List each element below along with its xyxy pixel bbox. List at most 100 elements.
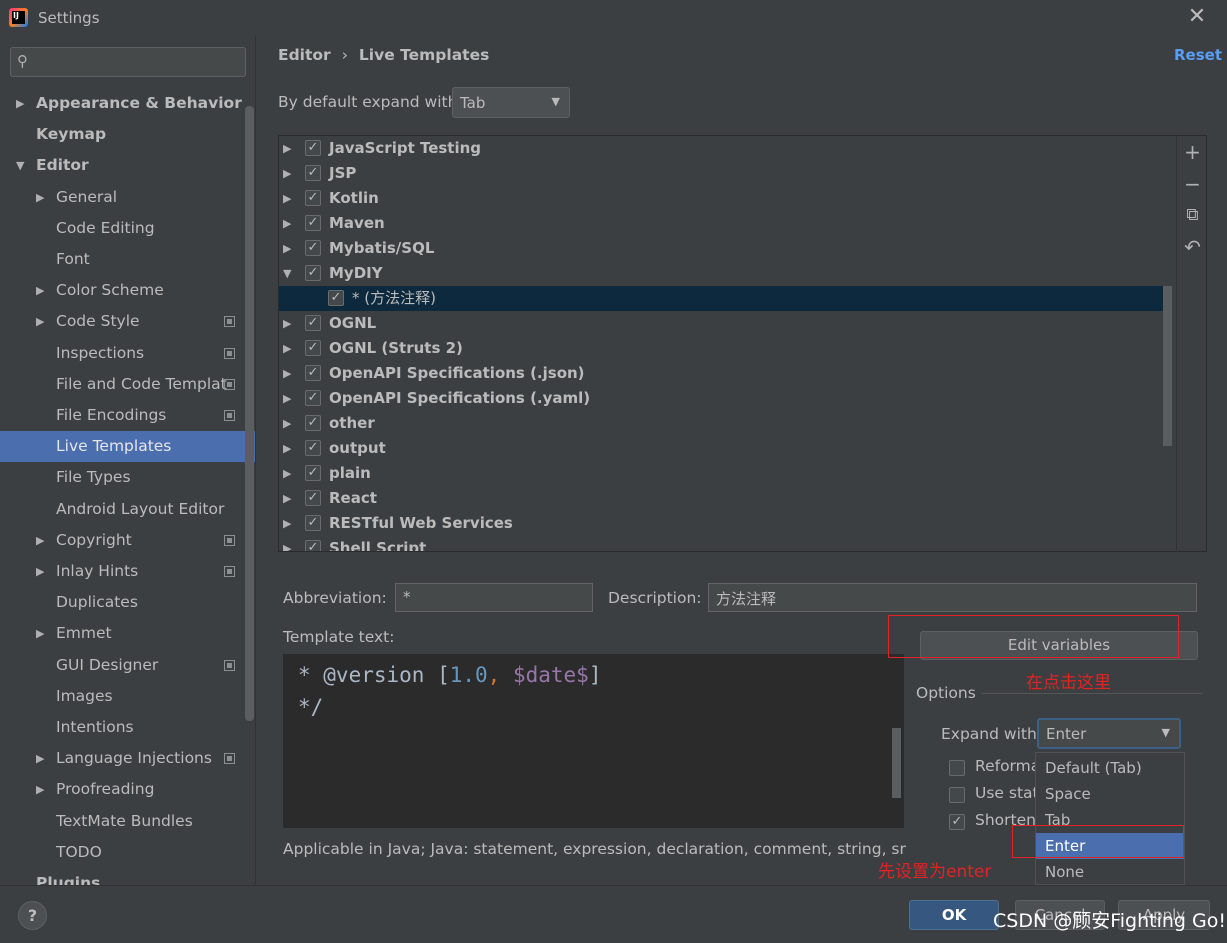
enabled-checkbox[interactable]: ✓ <box>305 165 321 181</box>
sidebar-item-plugins[interactable]: Plugins <box>0 868 244 885</box>
applicable-contexts[interactable]: Applicable in Java; Java: statement, exp… <box>283 840 906 858</box>
collapsed-arrow-icon[interactable]: ▶ <box>283 511 291 536</box>
collapsed-arrow-icon[interactable]: ▶ <box>283 536 291 551</box>
collapsed-arrow-icon[interactable]: ▶ <box>36 743 44 774</box>
help-button[interactable]: ? <box>18 901 47 930</box>
enabled-checkbox[interactable]: ✓ <box>305 315 321 331</box>
template-group-row[interactable]: ▶ ✓ output <box>279 436 1163 461</box>
description-field[interactable]: 方法注释 <box>708 583 1197 612</box>
sidebar-item-duplicates[interactable]: Duplicates <box>0 587 244 618</box>
enabled-checkbox[interactable]: ✓ <box>305 265 321 281</box>
template-group-row[interactable]: ▶ ✓ JSP <box>279 161 1163 186</box>
enabled-checkbox[interactable]: ✓ <box>305 490 321 506</box>
ok-button[interactable]: OK <box>909 900 999 930</box>
sidebar-item-textmate-bundles[interactable]: TextMate Bundles <box>0 806 244 837</box>
collapsed-arrow-icon[interactable]: ▶ <box>36 182 44 213</box>
sidebar-item-file-encodings[interactable]: File Encodings <box>0 400 244 431</box>
sidebar-item-images[interactable]: Images <box>0 681 244 712</box>
sidebar-item-code-editing[interactable]: Code Editing <box>0 213 244 244</box>
collapsed-arrow-icon[interactable]: ▶ <box>16 88 24 119</box>
sidebar-item-language-injections[interactable]: ▶ Language Injections <box>0 743 244 774</box>
collapsed-arrow-icon[interactable]: ▶ <box>283 161 291 186</box>
template-group-row[interactable]: ▶ ✓ OGNL (Struts 2) <box>279 336 1163 361</box>
sidebar-item-intentions[interactable]: Intentions <box>0 712 244 743</box>
collapsed-arrow-icon[interactable]: ▶ <box>36 275 44 306</box>
enabled-checkbox[interactable]: ✓ <box>305 415 321 431</box>
template-group-row[interactable]: ▶ ✓ RESTful Web Services <box>279 511 1163 536</box>
sidebar-item-proofreading[interactable]: ▶ Proofreading <box>0 774 244 805</box>
remove-icon[interactable]: − <box>1177 169 1208 200</box>
breadcrumb-parent[interactable]: Editor <box>278 46 331 64</box>
collapsed-arrow-icon[interactable]: ▶ <box>283 436 291 461</box>
collapsed-arrow-icon[interactable]: ▶ <box>283 361 291 386</box>
template-group-row[interactable]: ▶ ✓ Maven <box>279 211 1163 236</box>
sidebar-item-code-style[interactable]: ▶ Code Style <box>0 306 244 337</box>
dropdown-option-default-tab-[interactable]: Default (Tab) <box>1036 755 1184 781</box>
sidebar-item-inlay-hints[interactable]: ▶ Inlay Hints <box>0 556 244 587</box>
expanded-arrow-icon[interactable]: ▼ <box>283 261 291 286</box>
abbreviation-field[interactable]: * <box>395 583 593 612</box>
collapsed-arrow-icon[interactable]: ▶ <box>36 306 44 337</box>
sidebar-item-general[interactable]: ▶ General <box>0 182 244 213</box>
sidebar-item-file-and-code-templat[interactable]: File and Code Templat <box>0 369 244 400</box>
template-group-row[interactable]: ▶ ✓ JavaScript Testing <box>279 136 1163 161</box>
sidebar-item-emmet[interactable]: ▶ Emmet <box>0 618 244 649</box>
template-group-row[interactable]: ▶ ✓ OpenAPI Specifications (.json) <box>279 361 1163 386</box>
enabled-checkbox[interactable]: ✓ <box>305 340 321 356</box>
sidebar-item-live-templates[interactable]: Live Templates <box>0 431 255 463</box>
template-item-row[interactable]: ✓ * (方法注释) <box>279 286 1163 311</box>
collapsed-arrow-icon[interactable]: ▶ <box>283 461 291 486</box>
expanded-arrow-icon[interactable]: ▼ <box>16 150 24 181</box>
collapsed-arrow-icon[interactable]: ▶ <box>283 486 291 511</box>
template-group-row[interactable]: ▶ ✓ OGNL <box>279 311 1163 336</box>
enabled-checkbox[interactable]: ✓ <box>328 290 344 306</box>
enabled-checkbox[interactable]: ✓ <box>305 390 321 406</box>
sidebar-item-color-scheme[interactable]: ▶ Color Scheme <box>0 275 244 306</box>
sidebar-item-android-layout-editor[interactable]: Android Layout Editor <box>0 494 244 525</box>
close-icon[interactable]: ✕ <box>1186 6 1208 28</box>
enabled-checkbox[interactable]: ✓ <box>305 240 321 256</box>
default-expand-select[interactable]: Tab ▼ <box>452 87 570 118</box>
option-checkbox[interactable] <box>949 787 965 803</box>
sidebar-item-file-types[interactable]: File Types <box>0 462 244 493</box>
dropdown-option-none[interactable]: None <box>1036 859 1184 885</box>
enabled-checkbox[interactable]: ✓ <box>305 365 321 381</box>
copy-icon[interactable]: ⧉ <box>1177 200 1208 231</box>
sidebar-item-copyright[interactable]: ▶ Copyright <box>0 525 244 556</box>
collapsed-arrow-icon[interactable]: ▶ <box>283 236 291 261</box>
collapsed-arrow-icon[interactable]: ▶ <box>283 311 291 336</box>
restore-icon[interactable]: ↶ <box>1177 232 1208 263</box>
expand-with-select[interactable]: Enter ▼ <box>1037 718 1181 749</box>
enabled-checkbox[interactable]: ✓ <box>305 540 321 551</box>
option-reforma[interactable]: Reforma <box>949 757 1040 779</box>
option-checkbox[interactable] <box>949 760 965 776</box>
template-group-row[interactable]: ▶ ✓ Shell Script <box>279 536 1163 551</box>
template-group-row[interactable]: ▶ ✓ OpenAPI Specifications (.yaml) <box>279 386 1163 411</box>
reset-link[interactable]: Reset <box>1174 46 1222 64</box>
sidebar-item-appearance-behavior[interactable]: ▶ Appearance & Behavior <box>0 88 244 119</box>
settings-search-input[interactable]: ⚲ <box>10 47 246 77</box>
collapsed-arrow-icon[interactable]: ▶ <box>283 211 291 236</box>
enabled-checkbox[interactable]: ✓ <box>305 440 321 456</box>
collapsed-arrow-icon[interactable]: ▶ <box>283 386 291 411</box>
template-group-row[interactable]: ▶ ✓ plain <box>279 461 1163 486</box>
collapsed-arrow-icon[interactable]: ▶ <box>36 525 44 556</box>
template-group-row[interactable]: ▶ ✓ Mybatis/SQL <box>279 236 1163 261</box>
sidebar-item-inspections[interactable]: Inspections <box>0 338 244 369</box>
enabled-checkbox[interactable]: ✓ <box>305 140 321 156</box>
add-icon[interactable]: + <box>1177 137 1208 168</box>
collapsed-arrow-icon[interactable]: ▶ <box>283 336 291 361</box>
sidebar-item-font[interactable]: Font <box>0 244 244 275</box>
enabled-checkbox[interactable]: ✓ <box>305 190 321 206</box>
sidebar-item-editor[interactable]: ▼ Editor <box>0 150 244 181</box>
enabled-checkbox[interactable]: ✓ <box>305 515 321 531</box>
collapsed-arrow-icon[interactable]: ▶ <box>283 411 291 436</box>
template-group-row[interactable]: ▶ ✓ Kotlin <box>279 186 1163 211</box>
collapsed-arrow-icon[interactable]: ▶ <box>283 186 291 211</box>
editor-scrollbar[interactable] <box>892 728 901 798</box>
collapsed-arrow-icon[interactable]: ▶ <box>283 136 291 161</box>
enabled-checkbox[interactable]: ✓ <box>305 465 321 481</box>
sidebar-scrollbar[interactable] <box>245 106 254 721</box>
template-group-row[interactable]: ▶ ✓ React <box>279 486 1163 511</box>
collapsed-arrow-icon[interactable]: ▶ <box>36 556 44 587</box>
